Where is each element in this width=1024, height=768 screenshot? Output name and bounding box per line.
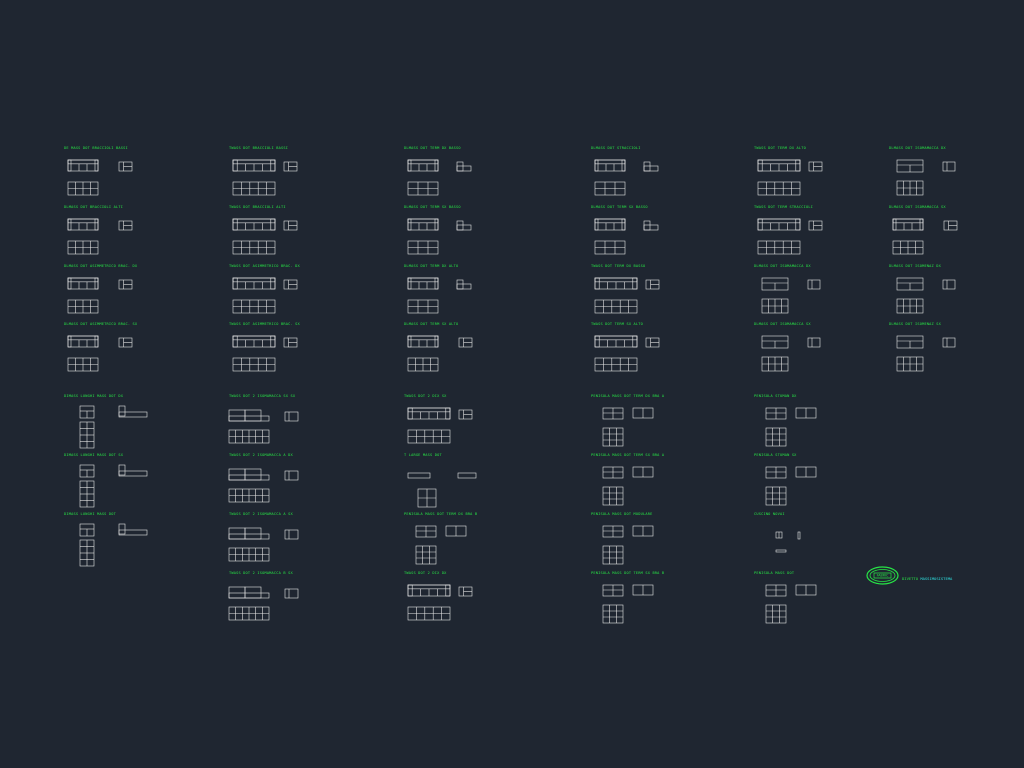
- furniture-block-sofa: [892, 218, 958, 255]
- furniture-block-grid: [602, 466, 654, 506]
- furniture-block-sofa-wide: [232, 277, 298, 314]
- furniture-block-sofa-wide: [757, 218, 823, 255]
- furniture-block-grid: [602, 584, 654, 624]
- brand-name-text: MASSIMOSISTEMA: [920, 576, 953, 581]
- furniture-block-corner: [761, 277, 821, 314]
- furniture-block-grid: [765, 407, 817, 447]
- furniture-block-sofa-end: [407, 159, 472, 196]
- furniture-block-sofa-wide: [407, 584, 473, 621]
- logo-emblem-text: FABRIC: [877, 574, 889, 578]
- drawing-canvas: DE MASS DOT BRACCIOLI BASSI TWASS DOT BRA…: [0, 0, 1024, 768]
- furniture-block-sofa: [67, 277, 133, 314]
- furniture-block-sofa: [67, 159, 133, 196]
- furniture-block-sofa-wide: [757, 159, 823, 196]
- furniture-block-square: [407, 472, 477, 508]
- furniture-block-sofa-wide: [232, 218, 298, 255]
- furniture-block-sofa-wide: [232, 159, 298, 196]
- furniture-block-corner-wide: [228, 409, 299, 444]
- furniture-block-corner: [896, 277, 956, 314]
- furniture-block-corner-wide: [228, 586, 299, 621]
- furniture-block-sofa-wide: [232, 335, 298, 372]
- brand-name: DIVETTO MASSIMOSISTEMA: [902, 576, 952, 581]
- furniture-block-corner: [896, 335, 956, 372]
- furniture-block-sofa-wide: [594, 277, 660, 314]
- furniture-block-long: [79, 405, 148, 449]
- furniture-block-sofa: [67, 335, 133, 372]
- furniture-block-cushion: [775, 531, 801, 553]
- furniture-block-grid: [602, 407, 654, 447]
- furniture-block-long: [79, 464, 148, 508]
- furniture-block-corner: [896, 159, 956, 196]
- furniture-block-sofa-end: [594, 218, 659, 255]
- furniture-block-grid: [415, 525, 467, 565]
- furniture-block-corner-wide: [228, 468, 299, 503]
- furniture-block-long: [79, 523, 148, 567]
- furniture-block-sofa-wide: [407, 407, 473, 444]
- furniture-block-sofa-end: [407, 218, 472, 255]
- furniture-block-grid: [602, 525, 654, 565]
- furniture-block-sofa: [67, 218, 133, 255]
- furniture-block-sofa-end: [594, 159, 659, 196]
- brand-logo: FABRIC: [866, 566, 899, 585]
- brand-prefix: DIVETTO: [902, 576, 919, 581]
- furniture-block-corner-wide: [228, 527, 299, 562]
- furniture-block-sofa: [407, 335, 473, 372]
- furniture-block-corner: [761, 335, 821, 372]
- furniture-block-sofa-wide: [594, 335, 660, 372]
- furniture-block-sofa-end: [407, 277, 472, 314]
- furniture-block-grid: [765, 584, 817, 624]
- furniture-block-grid: [765, 466, 817, 506]
